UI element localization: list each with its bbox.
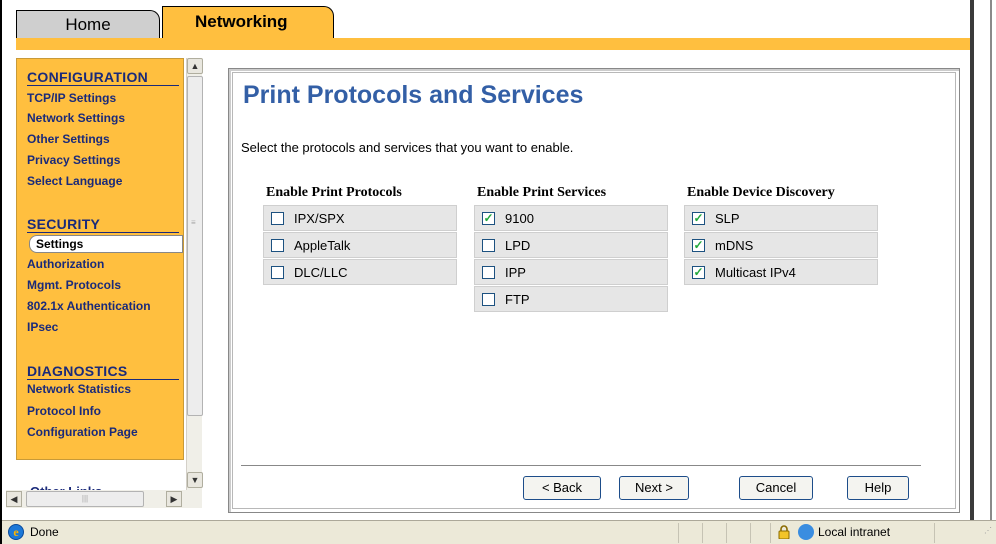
- checkbox-multicast-ipv4[interactable]: ✓: [692, 265, 705, 279]
- nav-vertical-scrollbar[interactable]: ▲ ≡ ▼: [186, 58, 203, 490]
- next-button[interactable]: Next >: [619, 476, 689, 500]
- checkbox-mdns[interactable]: ✓: [692, 238, 705, 252]
- nav-horizontal-scrollbar[interactable]: ◀ ||| ▶: [6, 490, 202, 508]
- option-label: AppleTalk: [294, 237, 351, 253]
- nav-item-network-statistics[interactable]: Network Statistics: [27, 382, 131, 396]
- option-row[interactable]: LPD: [474, 232, 668, 258]
- main-panel: Print Protocols and Services Select the …: [228, 68, 960, 513]
- instruction-text: Select the protocols and services that y…: [241, 140, 574, 155]
- scroll-grip-icon: ≡: [191, 218, 196, 227]
- nav-heading-security: SECURITY: [27, 216, 179, 233]
- column-heading: Enable Print Protocols: [266, 185, 402, 200]
- nav-panel: CONFIGURATION TCP/IP Settings Network Se…: [16, 58, 184, 460]
- checkbox-ipxspx[interactable]: [271, 211, 284, 225]
- main-panel-inner: Print Protocols and Services Select the …: [232, 72, 956, 509]
- option-label: FTP: [505, 291, 530, 307]
- checkbox-lpd[interactable]: [482, 238, 495, 252]
- option-row[interactable]: IPX/SPX: [263, 205, 457, 231]
- option-row[interactable]: DLC/LLC: [263, 259, 457, 285]
- window-border-far-right: [990, 0, 992, 522]
- scroll-up-icon[interactable]: ▲: [187, 58, 203, 74]
- column-heading: Enable Device Discovery: [687, 185, 835, 200]
- status-separator: [678, 523, 679, 543]
- nav-item-tcpip-settings[interactable]: TCP/IP Settings: [27, 91, 116, 105]
- nav-item-network-settings[interactable]: Network Settings: [27, 111, 125, 125]
- back-button[interactable]: < Back: [523, 476, 601, 500]
- status-separator: [770, 523, 771, 543]
- column-print-services: Enable Print Services ✓ 9100 LPD IPP FTP: [474, 185, 668, 313]
- option-label: Multicast IPv4: [715, 264, 796, 280]
- window-border-left: [0, 0, 2, 544]
- status-separator: [934, 523, 935, 543]
- checkbox-9100[interactable]: ✓: [482, 211, 495, 225]
- status-bar: e Done Local intranet ⋰: [2, 520, 996, 544]
- option-label: IPX/SPX: [294, 210, 345, 226]
- ie-page-icon: e: [8, 524, 24, 540]
- window-margin-right: [974, 0, 996, 544]
- option-row[interactable]: ✓ 9100: [474, 205, 668, 231]
- nav-item-configuration-page[interactable]: Configuration Page: [27, 425, 138, 439]
- help-button[interactable]: Help: [847, 476, 909, 500]
- option-row[interactable]: IPP: [474, 259, 668, 285]
- column-print-protocols: Enable Print Protocols IPX/SPX AppleTalk…: [263, 185, 457, 286]
- page-title: Print Protocols and Services: [243, 81, 584, 109]
- status-separator: [750, 523, 751, 543]
- option-row[interactable]: AppleTalk: [263, 232, 457, 258]
- tab-underline-bar: [16, 38, 970, 50]
- option-label: LPD: [505, 237, 531, 253]
- checkbox-ipp[interactable]: [482, 265, 495, 279]
- tab-strip: Home Networking: [2, 0, 970, 52]
- option-label: DLC/LLC: [294, 264, 348, 280]
- globe-icon: [798, 524, 814, 540]
- option-label: SLP: [715, 210, 740, 226]
- nav-item-ipsec[interactable]: IPsec: [27, 320, 58, 334]
- hscroll-thumb[interactable]: |||: [26, 491, 144, 507]
- cancel-button[interactable]: Cancel: [739, 476, 813, 500]
- resize-grip-icon[interactable]: ⋰: [984, 527, 992, 535]
- tab-home[interactable]: Home: [16, 10, 160, 40]
- checkbox-ftp[interactable]: [482, 292, 495, 306]
- status-separator: [726, 523, 727, 543]
- checkbox-slp[interactable]: ✓: [692, 211, 705, 225]
- option-label: IPP: [505, 264, 526, 280]
- nav-item-security-settings[interactable]: Settings: [29, 235, 183, 253]
- option-label: mDNS: [715, 237, 754, 253]
- option-row[interactable]: FTP: [474, 286, 668, 312]
- nav-item-protocol-info[interactable]: Protocol Info: [27, 404, 101, 418]
- option-row[interactable]: ✓ mDNS: [684, 232, 878, 258]
- nav-item-select-language[interactable]: Select Language: [27, 174, 122, 188]
- nav-item-8021x-authentication[interactable]: 802.1x Authentication: [27, 299, 151, 313]
- column-device-discovery: Enable Device Discovery ✓ SLP ✓ mDNS ✓ M…: [684, 185, 878, 286]
- scroll-down-icon[interactable]: ▼: [187, 472, 203, 488]
- lock-icon: [778, 525, 790, 539]
- nav-item-mgmt-protocols[interactable]: Mgmt. Protocols: [27, 278, 121, 292]
- option-row[interactable]: ✓ Multicast IPv4: [684, 259, 878, 285]
- nav-item-privacy-settings[interactable]: Privacy Settings: [27, 153, 120, 167]
- checkbox-dlcllc[interactable]: [271, 265, 284, 279]
- column-heading: Enable Print Services: [477, 185, 607, 200]
- nav-heading-diagnostics: DIAGNOSTICS: [27, 363, 179, 380]
- security-zone-text: Local intranet: [818, 525, 891, 539]
- scroll-left-icon[interactable]: ◀: [6, 491, 22, 507]
- left-navigation: CONFIGURATION TCP/IP Settings Network Se…: [6, 58, 203, 518]
- status-text: Done: [30, 525, 59, 539]
- checkbox-appletalk[interactable]: [271, 238, 284, 252]
- option-label: 9100: [505, 210, 534, 226]
- button-divider: [241, 465, 921, 466]
- scroll-thumb[interactable]: [187, 76, 203, 416]
- nav-item-authorization[interactable]: Authorization: [27, 257, 104, 271]
- scroll-right-icon[interactable]: ▶: [166, 491, 182, 507]
- option-row[interactable]: ✓ SLP: [684, 205, 878, 231]
- nav-item-other-settings[interactable]: Other Settings: [27, 132, 110, 146]
- nav-heading-configuration: CONFIGURATION: [27, 69, 179, 86]
- status-separator: [702, 523, 703, 543]
- tab-networking[interactable]: Networking: [162, 6, 334, 42]
